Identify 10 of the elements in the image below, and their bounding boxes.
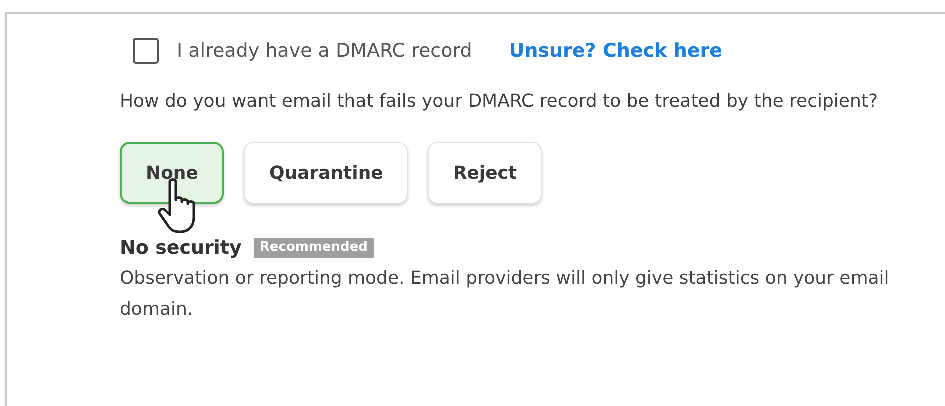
policy-option-button[interactable]: None [120,142,224,204]
policy-description: Observation or reporting mode. Email providers will only give statistics on your email domain. [120,266,890,322]
checkbox[interactable] [133,38,159,64]
policy-option-button[interactable]: Reject [428,142,542,204]
question-text: How do you want email that fails your DMARC record to be treated by the recipient? [120,90,880,114]
check-here-link[interactable]: Unsure? Check here [509,36,722,66]
policy-option-button[interactable]: Quarantine [244,142,408,204]
policy-title: No security [120,236,242,261]
recommended-badge: Recommended [254,238,374,258]
checkbox-label: I already have a DMARC record [177,38,472,64]
